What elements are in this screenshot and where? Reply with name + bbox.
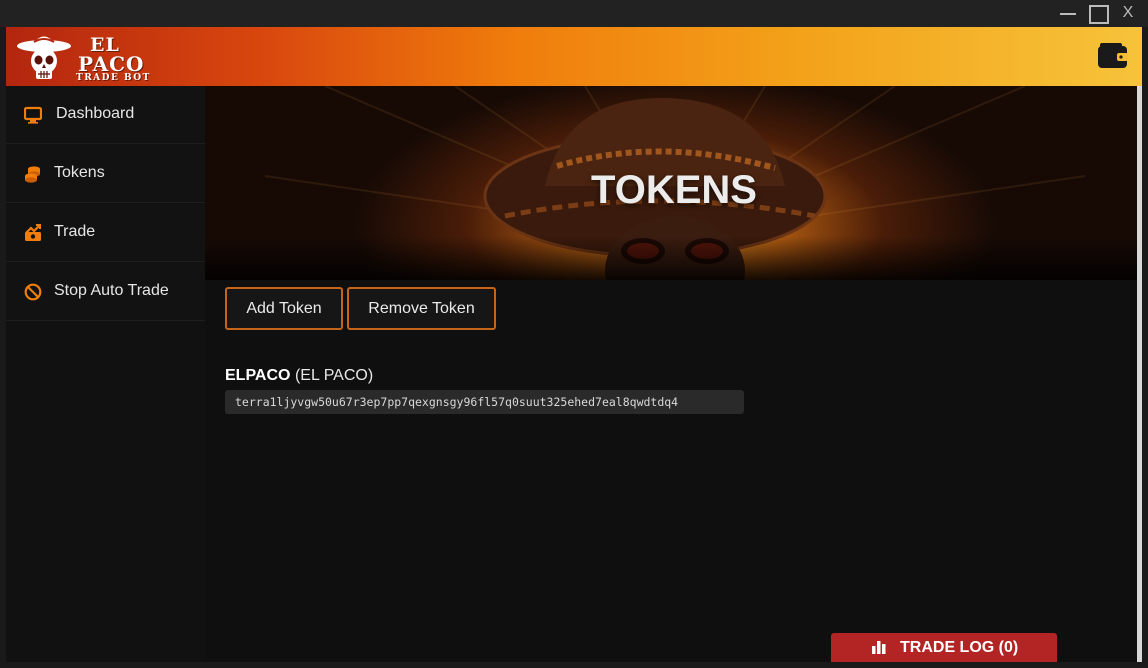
main-content: TOKENS Add Token Remove Token ELPACO (EL… xyxy=(205,86,1142,662)
coins-icon xyxy=(25,166,40,183)
trade-log-button[interactable]: TRADE LOG (0) xyxy=(831,633,1057,662)
page-banner: TOKENS xyxy=(205,86,1137,280)
sidebar: Dashboard Tokens Trade Stop Auto Trade xyxy=(6,86,205,662)
sidebar-item-stop-auto-trade[interactable]: Stop Auto Trade xyxy=(6,263,205,321)
window-titlebar: X xyxy=(0,0,1148,27)
maximize-button[interactable] xyxy=(1087,2,1109,24)
sidebar-item-label: Tokens xyxy=(54,164,105,181)
sidebar-item-tokens[interactable]: Tokens xyxy=(6,145,205,203)
logo: EL PACO TRADE BOT xyxy=(16,30,149,84)
wallet-icon[interactable] xyxy=(1097,42,1129,70)
monitor-icon xyxy=(24,106,42,124)
remove-token-button[interactable]: Remove Token xyxy=(347,287,496,330)
trade-log-label: TRADE LOG (0) xyxy=(900,639,1019,656)
app-header: EL PACO TRADE BOT xyxy=(6,27,1142,86)
ban-icon xyxy=(24,283,42,301)
token-address: terra1ljyvgw50u67r3ep7pp7qexgnsgy96fl57q… xyxy=(225,390,744,414)
token-title: ELPACO (EL PACO) xyxy=(225,367,373,385)
sidebar-item-dashboard[interactable]: Dashboard xyxy=(6,86,205,144)
sidebar-item-label: Stop Auto Trade xyxy=(54,282,169,299)
page-title: TOKENS xyxy=(591,168,757,212)
bar-chart-icon xyxy=(872,641,886,654)
token-symbol: ELPACO xyxy=(225,367,291,384)
trade-chart-icon xyxy=(25,224,41,241)
add-token-button[interactable]: Add Token xyxy=(225,287,343,330)
sidebar-item-trade[interactable]: Trade xyxy=(6,204,205,262)
token-name: (EL PACO) xyxy=(294,367,374,384)
logo-line-3: TRADE BOT xyxy=(76,73,151,83)
sidebar-item-label: Dashboard xyxy=(56,105,135,122)
minimize-button[interactable] xyxy=(1058,2,1078,24)
close-button[interactable]: X xyxy=(1120,2,1136,24)
sidebar-item-label: Trade xyxy=(54,223,96,240)
app-window: EL PACO TRADE BOT Dashboard Tokens Trade… xyxy=(6,27,1142,662)
sombrero-skull-icon xyxy=(17,36,71,79)
scrollbar[interactable] xyxy=(1137,86,1142,662)
